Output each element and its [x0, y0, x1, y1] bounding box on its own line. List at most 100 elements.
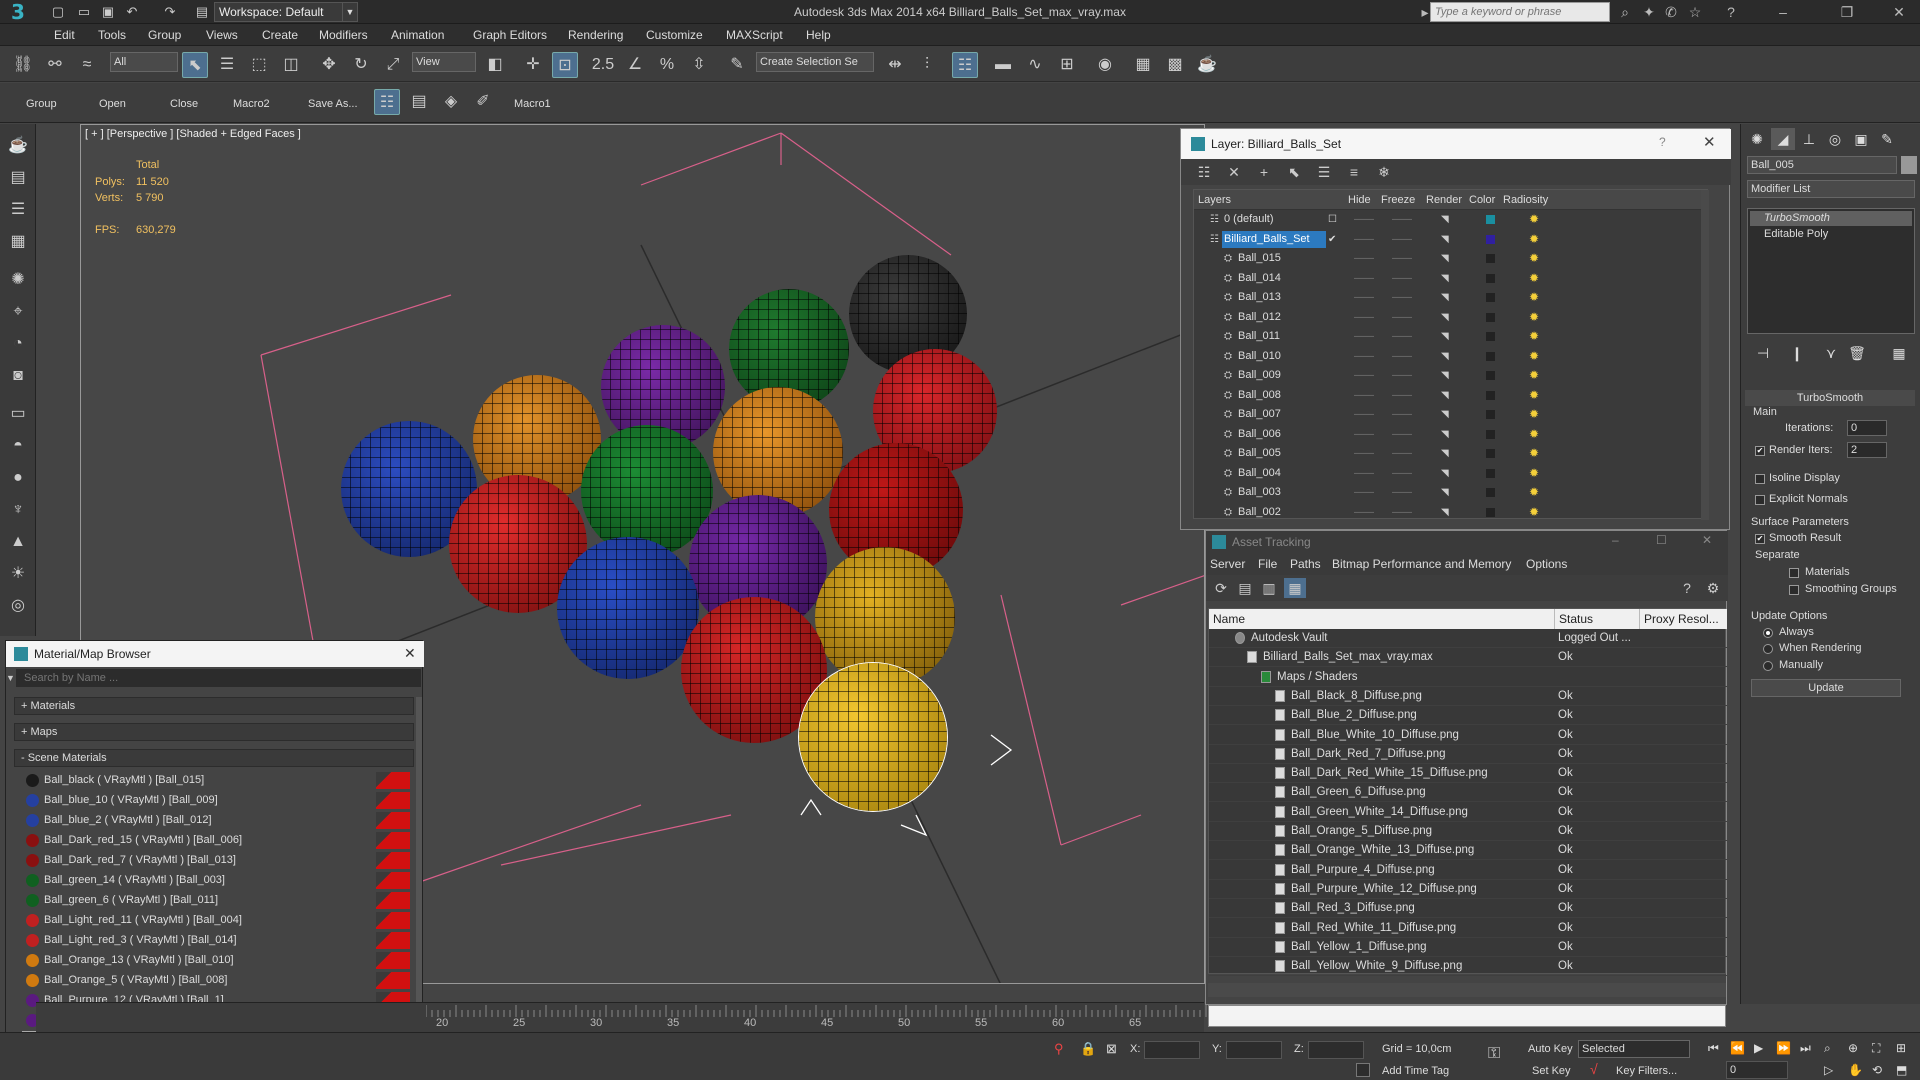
layer-row[interactable]: ☷ Billiard_Balls_Set ✔ —— —— ◥ ✹	[1194, 230, 1701, 249]
app-logo-icon[interactable]: 3	[4, 0, 32, 24]
highlight-selected-icon[interactable]: ☰	[1313, 162, 1335, 182]
material-item[interactable]: Ball_green_14 ( VRayMtl ) [Ball_003]	[22, 871, 410, 890]
layer-row[interactable]: ⛭ Ball_005 —— —— ◥ ✹	[1194, 444, 1701, 463]
hide-toggle[interactable]: ——	[1354, 230, 1374, 249]
layer-color-swatch[interactable]	[1486, 293, 1495, 302]
material-item[interactable]: Ball_black ( VRayMtl ) [Ball_015]	[22, 771, 410, 790]
prev-frame-icon[interactable]: ⏪	[1730, 1041, 1745, 1055]
render-toggle-icon[interactable]: ◥	[1441, 347, 1449, 366]
col-freeze[interactable]: Freeze	[1381, 190, 1415, 210]
mmb-close-icon[interactable]: ✕	[404, 645, 416, 662]
layer-row[interactable]: ⛭ Ball_013 —— —— ◥ ✹	[1194, 288, 1701, 307]
teapot-icon[interactable]: ☕	[6, 134, 30, 158]
ball-yellow-selected[interactable]	[799, 663, 947, 811]
render-toggle-icon[interactable]: ◥	[1441, 483, 1449, 502]
hide-toggle[interactable]: ——	[1354, 483, 1374, 502]
material-item[interactable]: Ball_Orange_13 ( VRayMtl ) [Ball_010]	[22, 951, 410, 970]
mmb-search-input[interactable]	[16, 669, 421, 687]
save-file-icon[interactable]: ▣	[98, 3, 118, 21]
col-layers[interactable]: Layers	[1198, 190, 1231, 210]
open-file-icon[interactable]: ▭	[74, 3, 94, 21]
layer-color-swatch[interactable]	[1486, 410, 1495, 419]
named-selection-dropdown[interactable]: Create Selection Se	[756, 52, 874, 72]
asset-help-icon[interactable]: ?	[1676, 578, 1698, 598]
shelf-paint-icon[interactable]: ✐	[470, 89, 496, 115]
update-always-radio[interactable]	[1763, 628, 1773, 638]
render-toggle-icon[interactable]: ◥	[1441, 503, 1449, 522]
orbit-icon[interactable]: ⟲	[1872, 1063, 1882, 1077]
layer-color-swatch[interactable]	[1486, 351, 1495, 361]
create-layer-icon[interactable]: ☷	[1193, 162, 1215, 182]
sphere-icon[interactable]: ●	[6, 466, 30, 490]
binoculars-icon[interactable]: ⌕	[1614, 2, 1636, 22]
time-tag-icon[interactable]	[1356, 1063, 1370, 1077]
radiosity-bulb-icon[interactable]: ✹	[1529, 288, 1539, 307]
layer-color-swatch[interactable]	[1486, 468, 1495, 478]
layer-row[interactable]: ⛭ Ball_008 —— —— ◥ ✹	[1194, 386, 1701, 405]
mmb-section-scene-materials[interactable]: - Scene Materials	[14, 749, 414, 767]
asset-row[interactable]: Ball_Red_3_Diffuse.png Ok	[1209, 899, 1727, 919]
shelf-group-button[interactable]: Group	[26, 94, 57, 114]
layer-color-swatch[interactable]	[1486, 332, 1495, 341]
hierarchy-tab-icon[interactable]: ⊥	[1797, 128, 1821, 150]
material-item[interactable]: Ball_Light_red_11 ( VRayMtl ) [Ball_004]	[22, 911, 410, 930]
ball-blue-stripe[interactable]	[557, 537, 699, 679]
key-icon[interactable]: ⚿	[1488, 1045, 1500, 1063]
zoom-extents-icon[interactable]: ⛶	[1872, 1041, 1880, 1056]
update-button[interactable]: Update	[1751, 679, 1901, 697]
layer-name[interactable]: Ball_002	[1236, 504, 1326, 521]
next-frame-icon[interactable]: ⏩	[1776, 1041, 1791, 1055]
hide-toggle[interactable]: ——	[1354, 288, 1374, 307]
pin-stack-icon[interactable]: ⊣	[1751, 342, 1775, 364]
shelf-list-icon[interactable]: ▤	[406, 89, 432, 115]
hide-toggle[interactable]: ——	[1354, 249, 1374, 268]
layer-row[interactable]: ⛭ Ball_007 —— —— ◥ ✹	[1194, 405, 1701, 424]
update-manually-radio[interactable]	[1763, 661, 1773, 671]
layer-name[interactable]: Ball_013	[1236, 289, 1326, 306]
edit-named-selection-icon[interactable]: ✎	[724, 52, 750, 78]
hide-toggle[interactable]: ——	[1354, 405, 1374, 424]
angle-snap-icon[interactable]: ∠	[622, 52, 648, 78]
asset-row[interactable]: Maps / Shaders	[1209, 668, 1727, 687]
menu-group[interactable]: Group	[142, 24, 187, 46]
render-toggle-icon[interactable]: ◥	[1441, 249, 1449, 268]
radiosity-bulb-icon[interactable]: ✹	[1529, 503, 1539, 522]
auto-key-button[interactable]: Auto Key	[1528, 1043, 1573, 1055]
render-toggle-icon[interactable]: ◥	[1441, 464, 1449, 483]
shelf-macro2-button[interactable]: Macro2	[233, 94, 270, 114]
render-iters-checkbox[interactable]: ✔	[1755, 446, 1765, 456]
render-toggle-icon[interactable]: ◥	[1441, 269, 1449, 288]
freeze-toggle[interactable]: ——	[1392, 230, 1412, 249]
current-frame-field[interactable]: 0	[1726, 1061, 1788, 1079]
col-color[interactable]: Color	[1469, 190, 1495, 210]
align-icon[interactable]: ⫶	[914, 52, 940, 78]
radiosity-bulb-icon[interactable]: ✹	[1529, 210, 1539, 229]
layer-color-swatch[interactable]	[1486, 215, 1495, 224]
layer-color-swatch[interactable]	[1486, 273, 1495, 283]
stack-item-editable-poly[interactable]: Editable Poly	[1750, 227, 1912, 242]
smoothing-groups-checkbox[interactable]	[1789, 585, 1799, 595]
layer-color-swatch[interactable]	[1486, 449, 1495, 458]
lock-selection-icon[interactable]: 🔒	[1080, 1041, 1096, 1057]
layer-scrollbar[interactable]	[1701, 190, 1709, 520]
scale-icon[interactable]: ⤢	[380, 52, 406, 78]
window-crossing-icon[interactable]: ◫	[278, 52, 304, 78]
key-filters-button[interactable]: Key Filters...	[1616, 1065, 1677, 1077]
shelf-save-as-button[interactable]: Save As...	[308, 94, 358, 114]
col-render[interactable]: Render	[1426, 190, 1462, 210]
zoom-icon[interactable]: ⌕	[1824, 1041, 1831, 1056]
remove-modifier-icon[interactable]: 🗑	[1845, 342, 1869, 364]
layer-color-swatch[interactable]	[1486, 254, 1495, 263]
rotate-icon[interactable]: ↻	[348, 52, 374, 78]
asset-maximize-icon[interactable]: ☐	[1656, 533, 1667, 547]
layer-name[interactable]: Ball_008	[1236, 387, 1326, 404]
freeze-toggle[interactable]: ——	[1392, 288, 1412, 307]
graphite-ribbon-icon[interactable]: ▬	[990, 52, 1016, 78]
layer-row[interactable]: ⛭ Ball_003 —— —— ◥ ✹	[1194, 483, 1701, 502]
object-color-swatch[interactable]	[1901, 156, 1917, 174]
make-unique-icon[interactable]: ⋎	[1819, 342, 1843, 364]
x-coord-field[interactable]	[1144, 1041, 1200, 1059]
menu-maxscript[interactable]: MAXScript	[720, 24, 789, 46]
render-toggle-icon[interactable]: ◥	[1441, 288, 1449, 307]
sphere-material-icon[interactable]: ◎	[6, 594, 30, 618]
